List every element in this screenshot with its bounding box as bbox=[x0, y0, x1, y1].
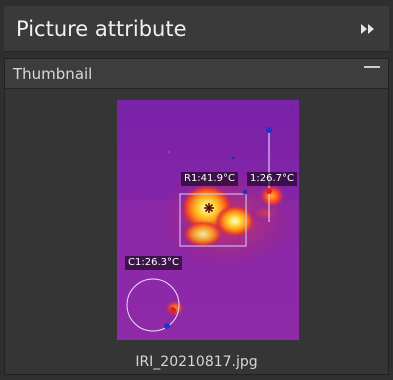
minus-icon[interactable] bbox=[364, 66, 380, 68]
thermal-thumbnail[interactable]: R1:41.9°C 1:26.7°C C1:26.3°C bbox=[117, 100, 299, 340]
max-temp-marker bbox=[204, 203, 214, 213]
thumbnail-section-title: Thumbnail bbox=[13, 65, 93, 83]
double-chevron-right-icon[interactable] bbox=[361, 23, 375, 35]
thumbnail-section: Thumbnail R1:41.9°C 1:26.7°C C1:26.3°C I… bbox=[4, 58, 389, 375]
thermal-image bbox=[117, 100, 299, 340]
panel-title: Picture attribute bbox=[16, 17, 187, 41]
rect-roi-label: R1:41.9°C bbox=[181, 172, 238, 186]
panel-header[interactable]: Picture attribute bbox=[4, 6, 389, 52]
circle-roi-label: C1:26.3°C bbox=[125, 256, 182, 270]
thumbnail-filename: IRI_20210817.jpg bbox=[135, 354, 258, 370]
thumbnail-section-header[interactable]: Thumbnail bbox=[5, 59, 388, 89]
picture-attribute-panel: Picture attribute Thumbnail R1:41.9°C 1:… bbox=[0, 0, 393, 380]
line-roi-label: 1:26.7°C bbox=[247, 172, 297, 186]
